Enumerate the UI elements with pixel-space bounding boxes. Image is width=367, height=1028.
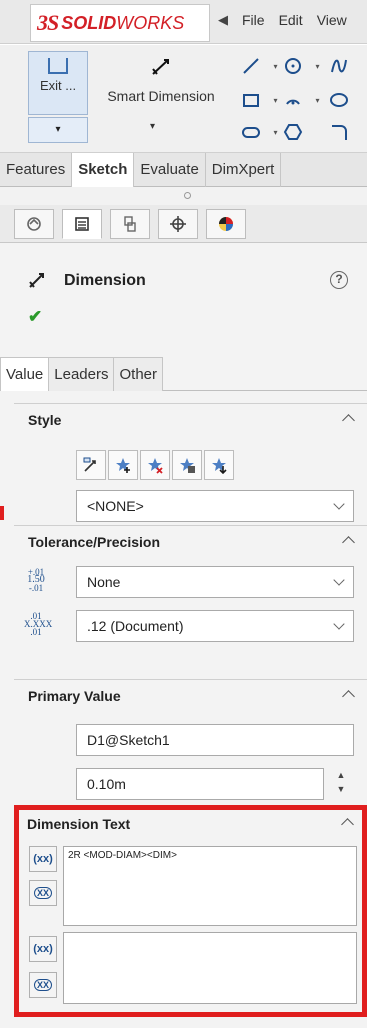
- style-heading: Style: [28, 412, 62, 428]
- line-tool-icon[interactable]: [238, 53, 264, 79]
- tolerance-precision-heading: Tolerance/Precision: [28, 534, 161, 550]
- splitter-handle-icon[interactable]: [184, 192, 191, 199]
- menu-edit[interactable]: Edit: [279, 12, 303, 28]
- arc-tool-icon[interactable]: [280, 87, 306, 113]
- dimxpert-manager-tab-icon[interactable]: [158, 209, 198, 239]
- spin-down-icon[interactable]: ▼: [332, 782, 350, 796]
- exit-sketch-dropdown[interactable]: ▾: [28, 117, 88, 143]
- box-dimension-button[interactable]: XX: [29, 880, 57, 906]
- polygon-tool-icon[interactable]: [280, 119, 306, 145]
- pane-splitter[interactable]: [0, 187, 367, 205]
- tab-value[interactable]: Value: [0, 357, 50, 391]
- tab-sketch[interactable]: Sketch: [72, 153, 135, 187]
- primary-value-heading: Primary Value: [28, 688, 121, 704]
- save-style-icon[interactable]: [172, 450, 202, 480]
- property-manager-header: Dimension ? ✔: [0, 257, 367, 335]
- apply-default-style-icon[interactable]: [76, 450, 106, 480]
- menu-bar: File Edit View: [242, 12, 347, 28]
- collapse-chevron-icon[interactable]: [341, 818, 354, 831]
- precision-icon: .01 X.XXX .01: [24, 611, 53, 637]
- dimension-text-heading: Dimension Text: [27, 816, 131, 832]
- delete-style-icon[interactable]: [140, 450, 170, 480]
- style-buttons: [76, 450, 236, 480]
- dimension-text-lower-input[interactable]: [63, 932, 357, 1004]
- smart-dimension-icon: [92, 57, 230, 82]
- spin-up-icon[interactable]: ▲: [332, 768, 350, 782]
- dimension-name-field[interactable]: D1@Sketch1: [76, 724, 354, 756]
- menu-file[interactable]: File: [242, 12, 265, 28]
- ok-checkmark-icon[interactable]: ✔: [28, 307, 42, 327]
- smart-dimension-button[interactable]: Smart Dimension: [92, 51, 230, 115]
- load-style-icon[interactable]: [204, 450, 234, 480]
- logo-text-rest: WORKS: [116, 12, 185, 33]
- tab-other[interactable]: Other: [113, 357, 163, 391]
- manager-pane-tabs: [0, 205, 367, 243]
- smart-dimension-dropdown[interactable]: ▾: [150, 121, 155, 132]
- style-select-value: <NONE>: [87, 498, 144, 514]
- menu-view[interactable]: View: [317, 12, 347, 28]
- style-select[interactable]: <NONE>: [76, 490, 354, 522]
- collapse-chevron-icon[interactable]: [342, 536, 355, 549]
- exit-sketch-icon: [48, 58, 68, 74]
- circle-tool-icon[interactable]: [280, 53, 306, 79]
- tab-features[interactable]: Features: [0, 153, 73, 187]
- feature-manager-tab-icon[interactable]: [14, 209, 54, 239]
- smart-dimension-label: Smart Dimension: [107, 88, 215, 104]
- configuration-manager-tab-icon[interactable]: [110, 209, 150, 239]
- ellipse-tool-icon[interactable]: [326, 87, 352, 113]
- dimension-text-group: Dimension Text (xx) XX 2R <MOD-DIAM><DIM…: [14, 805, 367, 1017]
- dimension-property-manager: Dimension ? ✔ Value Leaders Other Style: [0, 243, 367, 1028]
- exit-sketch-button[interactable]: Exit ...: [28, 51, 88, 115]
- smart-dimension-icon: [28, 272, 48, 295]
- box-dimension-button-lower[interactable]: XX: [29, 972, 57, 998]
- collapse-chevron-icon[interactable]: [342, 414, 355, 427]
- fillet-tool-icon[interactable]: [326, 119, 352, 145]
- primary-value-group: Primary Value D1@Sketch1 0.10m ▲ ▼: [14, 679, 367, 801]
- property-manager-tab-icon[interactable]: [62, 209, 102, 239]
- help-icon[interactable]: ?: [330, 271, 348, 289]
- style-group: Style <NONE>: [14, 403, 367, 523]
- precision-select[interactable]: .12 (Document): [76, 610, 354, 642]
- center-dimension-button-lower[interactable]: (xx): [29, 936, 57, 962]
- box-dimension-icon: XX: [33, 887, 52, 899]
- tolerance-precision-group: Tolerance/Precision +.01 1.50 -.01 None …: [14, 525, 367, 645]
- sketch-tools: ▾ ▾ ▾ ▾ ▾: [234, 49, 367, 149]
- chevron-down-icon: [333, 574, 345, 586]
- dimension-value-field[interactable]: 0.10m: [76, 768, 324, 800]
- tolerance-type-select[interactable]: None: [76, 566, 354, 598]
- collapse-chevron-icon[interactable]: [342, 690, 355, 703]
- logo-text-bold: SOLID: [61, 12, 117, 33]
- center-dimension-button[interactable]: (xx): [29, 846, 57, 872]
- command-tabs: Features Sketch Evaluate DimXpert: [0, 153, 367, 187]
- spline-tool-icon[interactable]: [326, 53, 352, 79]
- display-manager-tab-icon[interactable]: [206, 209, 246, 239]
- tab-evaluate[interactable]: Evaluate: [134, 153, 206, 187]
- exit-sketch-label: Exit ...: [39, 78, 77, 93]
- slot-tool-icon[interactable]: [238, 119, 264, 145]
- dimension-text-upper-input[interactable]: 2R <MOD-DIAM><DIM>: [63, 846, 357, 926]
- chevron-down-icon: [333, 498, 345, 510]
- tab-leaders[interactable]: Leaders: [48, 357, 115, 391]
- chevron-down-icon: [333, 618, 345, 630]
- tab-dimxpert[interactable]: DimXpert: [206, 153, 282, 187]
- add-style-icon[interactable]: [108, 450, 138, 480]
- tolerance-type-icon: +.01 1.50 -.01: [27, 567, 45, 593]
- solidworks-logo[interactable]: 3S SOLIDWORKS: [30, 4, 210, 42]
- rectangle-tool-icon[interactable]: [238, 87, 264, 113]
- ds-logo-icon: 3S: [37, 10, 59, 35]
- menu-expand-arrow-icon[interactable]: ◀: [218, 12, 228, 28]
- property-tabs: Value Leaders Other: [0, 357, 367, 391]
- tolerance-type-value: None: [87, 574, 121, 590]
- property-manager-title: Dimension: [64, 272, 146, 289]
- value-spinner[interactable]: ▲ ▼: [332, 768, 350, 800]
- command-manager: Exit ... ▾ Smart Dimension ▾ ▾ ▾ ▾ ▾ ▾: [0, 45, 367, 153]
- precision-value: .12 (Document): [87, 618, 184, 634]
- title-bar: 3S SOLIDWORKS ◀ File Edit View: [0, 0, 367, 44]
- box-dimension-icon: XX: [33, 979, 52, 991]
- highlight-marker: [0, 506, 4, 520]
